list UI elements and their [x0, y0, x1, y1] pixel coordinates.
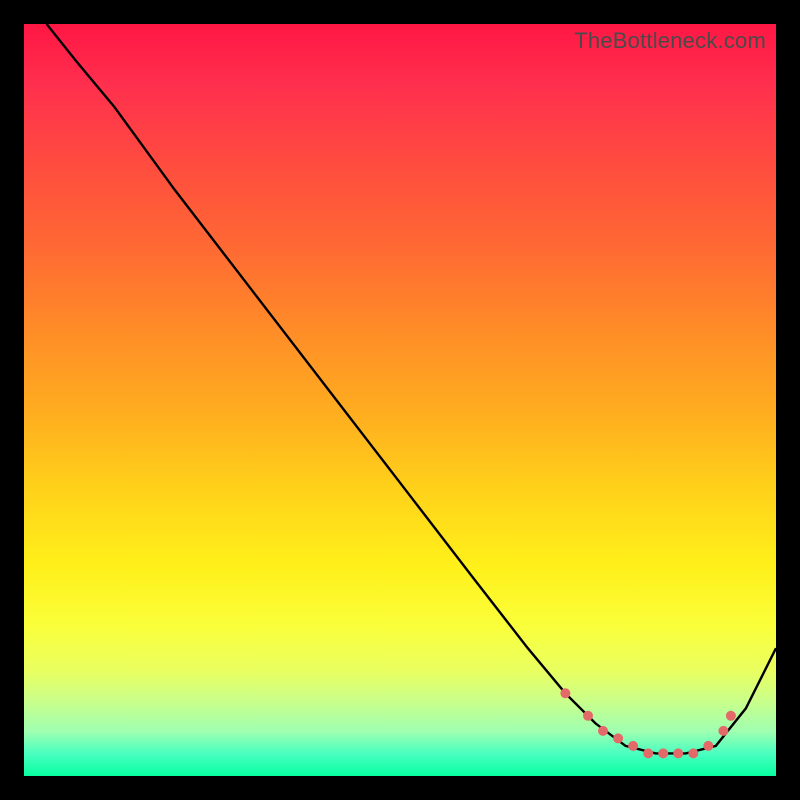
highlight-dot [688, 748, 698, 758]
highlight-dots-group [560, 688, 736, 758]
highlight-dot [598, 726, 608, 736]
highlight-dot [718, 726, 728, 736]
highlight-dot [643, 748, 653, 758]
highlight-dot [628, 741, 638, 751]
highlight-dot [703, 741, 713, 751]
highlight-dot [583, 711, 593, 721]
highlight-dot [658, 748, 668, 758]
chart-svg [24, 24, 776, 776]
highlight-dot [613, 733, 623, 743]
highlight-dot [560, 688, 570, 698]
highlight-dot [673, 748, 683, 758]
bottleneck-curve [47, 24, 776, 753]
highlight-dot [726, 711, 736, 721]
chart-frame: TheBottleneck.com [24, 24, 776, 776]
